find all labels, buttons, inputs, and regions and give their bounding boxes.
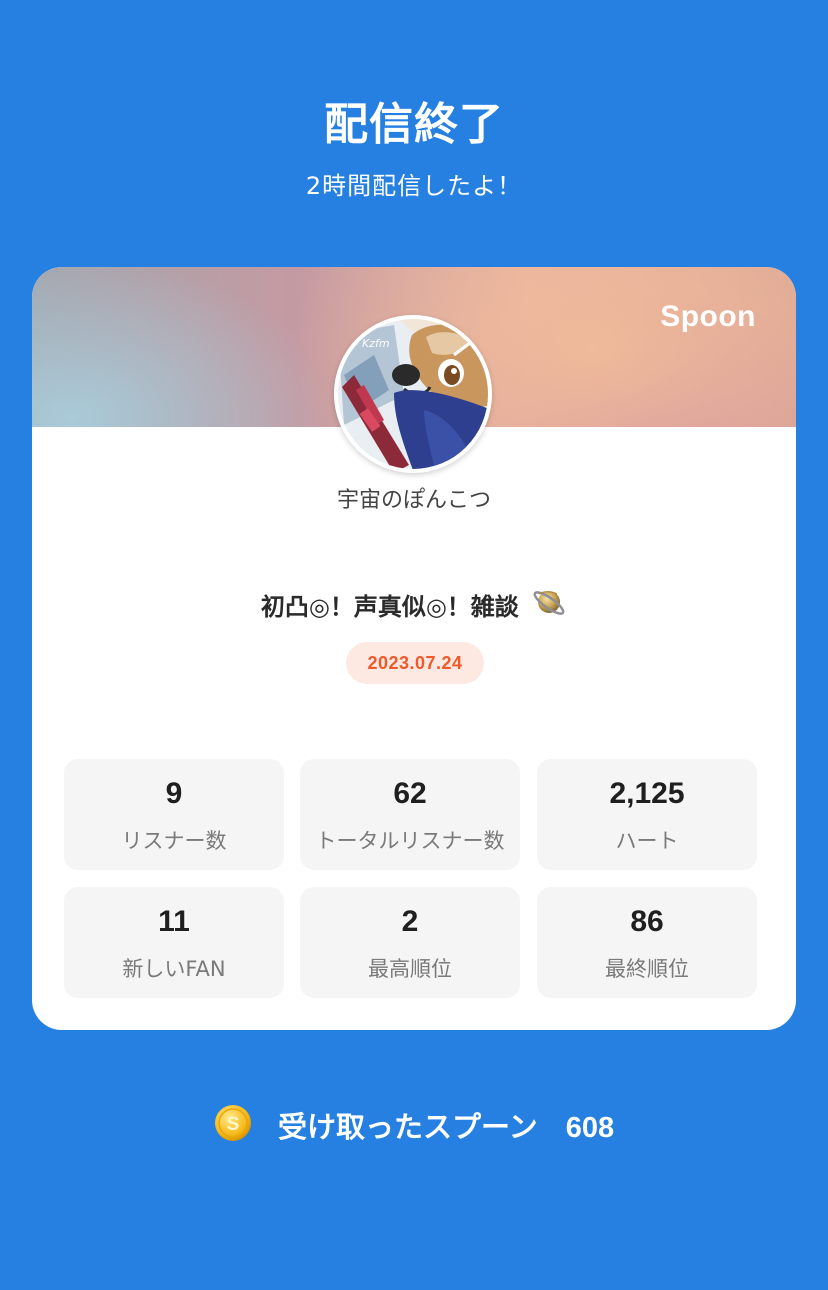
stat-value: 62 xyxy=(393,777,427,810)
stat-label: ハート xyxy=(615,829,679,853)
received-spoons-row: S 受け取ったスプーン 608 xyxy=(0,1104,828,1149)
stat-total-listeners: 62 トータルリスナー数 xyxy=(300,759,520,870)
svg-text:Kzfm: Kzfm xyxy=(362,337,390,350)
ringed-planet-icon xyxy=(531,584,567,626)
received-spoons-count: 608 xyxy=(565,1112,615,1144)
stat-listeners: 9 リスナー数 xyxy=(64,759,284,870)
avatar-image: Kzfm xyxy=(334,315,492,473)
avatar[interactable]: Kzfm xyxy=(334,315,492,473)
spoon-coin-icon: S xyxy=(214,1104,252,1149)
received-spoons-label: 受け取ったスプーン xyxy=(278,1110,538,1144)
stat-value: 2,125 xyxy=(609,777,685,810)
spoon-logo: Spoon xyxy=(660,300,756,333)
stat-value: 86 xyxy=(630,905,664,938)
live-title-row: 初凸◎！声真似◎！雑談 xyxy=(32,587,796,626)
stat-highest-rank: 2 最高順位 xyxy=(300,887,520,998)
stat-label: 新しいFAN xyxy=(122,957,226,981)
header-title: 配信終了 xyxy=(324,99,504,150)
broadcast-summary-card: Spoon Kzfm 宇宙のぽんこつ 初凸◎！声真似◎！雑談 2023.07.2… xyxy=(32,267,796,1030)
stat-hearts: 2,125 ハート xyxy=(537,759,757,870)
stat-label: リスナー数 xyxy=(121,829,227,853)
stat-label: トータルリスナー数 xyxy=(315,829,505,853)
stat-value: 11 xyxy=(158,905,190,938)
header-subtitle: 2時間配信したよ！ xyxy=(305,172,523,200)
stat-value: 2 xyxy=(401,905,419,938)
svg-text:S: S xyxy=(227,1114,240,1135)
date-badge: 2023.07.24 xyxy=(346,642,484,684)
live-title: 初凸◎！声真似◎！雑談 xyxy=(260,593,519,621)
stat-final-rank: 86 最終順位 xyxy=(537,887,757,998)
stat-value: 9 xyxy=(165,777,183,810)
stat-label: 最高順位 xyxy=(368,957,452,981)
stat-label: 最終順位 xyxy=(605,957,689,981)
username: 宇宙のぽんこつ xyxy=(336,488,491,513)
stat-new-fans: 11 新しいFAN xyxy=(64,887,284,998)
